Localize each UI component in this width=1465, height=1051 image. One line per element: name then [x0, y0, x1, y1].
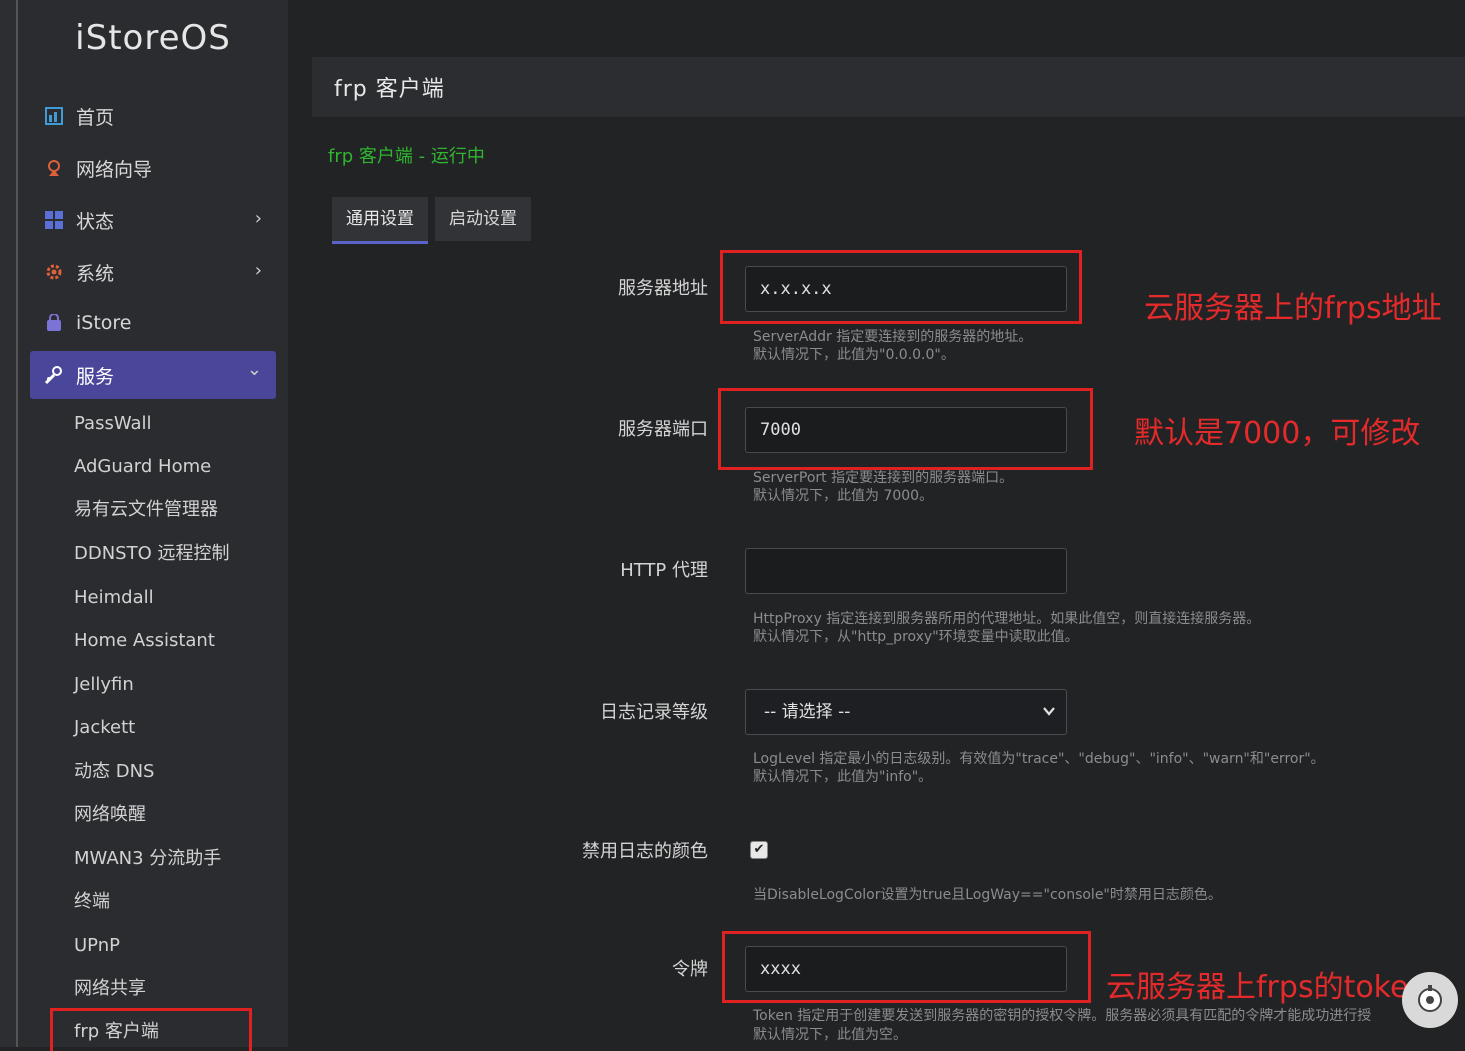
dashboard-icon	[44, 106, 64, 126]
chevron-right-icon: ›	[254, 260, 262, 281]
annotation-server-port: 默认是7000，可修改	[1134, 416, 1421, 451]
sidebar-subitem-heimdall[interactable]: Heimdall	[74, 583, 154, 613]
server-port-label: 服务器端口	[618, 419, 708, 440]
annotation-server-addr: 云服务器上的frps地址	[1144, 291, 1442, 326]
floating-assistant-button[interactable]	[1402, 972, 1458, 1028]
log-level-hint-default: 默认情况下，此值为"info"。	[753, 769, 933, 785]
server-addr-hint-default: 默认情况下，此值为"0.0.0.0"。	[753, 347, 955, 363]
annotation-highlight-box	[720, 250, 1082, 324]
sidebar-item-label: 系统	[76, 262, 115, 285]
sidebar-subitem-passwall[interactable]: PassWall	[74, 409, 152, 439]
sidebar-subitem-wake-on-lan[interactable]: 网络唤醒	[74, 800, 146, 830]
server-port-hint: ServerPort 指定要连接到的服务器端口。	[753, 470, 1014, 486]
disable-log-color-label: 禁用日志的颜色	[582, 841, 708, 862]
token-hint-default: 默认情况下，此值为空。	[753, 1027, 907, 1043]
sidebar-subitem-jackett[interactable]: Jackett	[74, 713, 135, 743]
log-level-label: 日志记录等级	[600, 702, 708, 723]
assistant-icon	[1415, 983, 1445, 1017]
gear-icon	[44, 262, 64, 282]
sidebar-subitem-terminal[interactable]: 终端	[74, 887, 110, 917]
sidebar-item-network-wizard[interactable]: 网络向导	[30, 144, 276, 192]
sidebar-subitem-dynamic-dns[interactable]: 动态 DNS	[74, 757, 154, 787]
tab-general-settings[interactable]: 通用设置	[332, 197, 428, 244]
http-proxy-hint: HttpProxy 指定连接到服务器所用的代理地址。如果此值空，则直接连接服务器…	[753, 611, 1261, 627]
status-grid-icon	[44, 210, 64, 230]
log-level-select[interactable]: -- 请选择 --	[745, 689, 1067, 735]
sidebar-subitem-file-manager[interactable]: 易有云文件管理器	[74, 495, 218, 525]
server-port-hint-default: 默认情况下，此值为 7000。	[753, 488, 934, 504]
sidebar-subitem-jellyfin[interactable]: Jellyfin	[74, 670, 134, 700]
token-hint: Token 指定用于创建要发送到服务器的密钥的授权令牌。服务器必须具有匹配的令牌…	[753, 1008, 1372, 1024]
sidebar-item-status[interactable]: 状态 ›	[30, 196, 276, 244]
sidebar-item-label: iStore	[76, 312, 132, 334]
chevron-down-icon	[1042, 690, 1056, 751]
sidebar-subitem-adguard-home[interactable]: AdGuard Home	[74, 452, 211, 482]
disable-log-color-checkbox[interactable]: ✔	[750, 841, 768, 859]
page-title: frp 客户端	[334, 77, 445, 102]
sidebar-item-system[interactable]: 系统 ›	[30, 248, 276, 296]
sidebar: iStoreOS 首页 网络向导 状态 › 系统 › iStore 服务 ⌄ P…	[18, 0, 288, 1051]
chevron-right-icon: ›	[254, 208, 262, 229]
annotation-highlight-box	[50, 1008, 252, 1051]
service-status: frp 客户端 - 运行中	[328, 146, 485, 167]
sidebar-item-label: 首页	[76, 106, 115, 129]
sidebar-item-services[interactable]: 服务 ⌄	[30, 351, 276, 399]
http-proxy-label: HTTP 代理	[620, 560, 708, 581]
sidebar-subitem-mwan3[interactable]: MWAN3 分流助手	[74, 844, 221, 874]
sidebar-item-istore[interactable]: iStore	[30, 299, 276, 347]
store-bag-icon	[44, 313, 64, 333]
sidebar-subitem-upnp[interactable]: UPnP	[74, 931, 120, 961]
chevron-down-icon: ⌄	[246, 359, 262, 380]
http-proxy-hint-default: 默认情况下，从"http_proxy"环境变量中读取此值。	[753, 629, 1079, 645]
log-level-hint: LogLevel 指定最小的日志级别。有效值为"trace"、"debug"、"…	[753, 751, 1325, 767]
tab-startup-settings[interactable]: 启动设置	[435, 197, 531, 241]
main-content: frp 客户端 frp 客户端 - 运行中 通用设置 启动设置 服务器地址 x.…	[288, 0, 1465, 1047]
annotation-token: 云服务器上frps的token	[1106, 970, 1428, 1005]
sidebar-item-label: 网络向导	[76, 158, 153, 181]
disable-log-color-hint: 当DisableLogColor设置为true且LogWay=="console…	[753, 887, 1222, 903]
server-addr-hint: ServerAddr 指定要连接到的服务器的地址。	[753, 329, 1033, 345]
sidebar-item-label: 状态	[76, 210, 115, 233]
http-proxy-input[interactable]	[745, 548, 1067, 594]
services-icon	[44, 365, 64, 385]
page-header: frp 客户端	[312, 57, 1465, 117]
sidebar-subitem-network-share[interactable]: 网络共享	[74, 974, 146, 1004]
brand-logo: iStoreOS	[75, 18, 231, 58]
annotation-highlight-box	[722, 931, 1091, 1003]
token-label: 令牌	[672, 959, 708, 980]
log-level-selected-value: -- 请选择 --	[764, 702, 851, 722]
wizard-icon	[44, 158, 64, 178]
sidebar-subitem-ddnsto[interactable]: DDNSTO 远程控制	[74, 539, 230, 569]
server-addr-label: 服务器地址	[618, 278, 708, 299]
annotation-highlight-box	[718, 388, 1093, 470]
sidebar-item-home[interactable]: 首页	[30, 92, 276, 140]
sidebar-item-label: 服务	[76, 365, 115, 388]
sidebar-subitem-home-assistant[interactable]: Home Assistant	[74, 626, 215, 656]
window-edge	[0, 0, 18, 1047]
